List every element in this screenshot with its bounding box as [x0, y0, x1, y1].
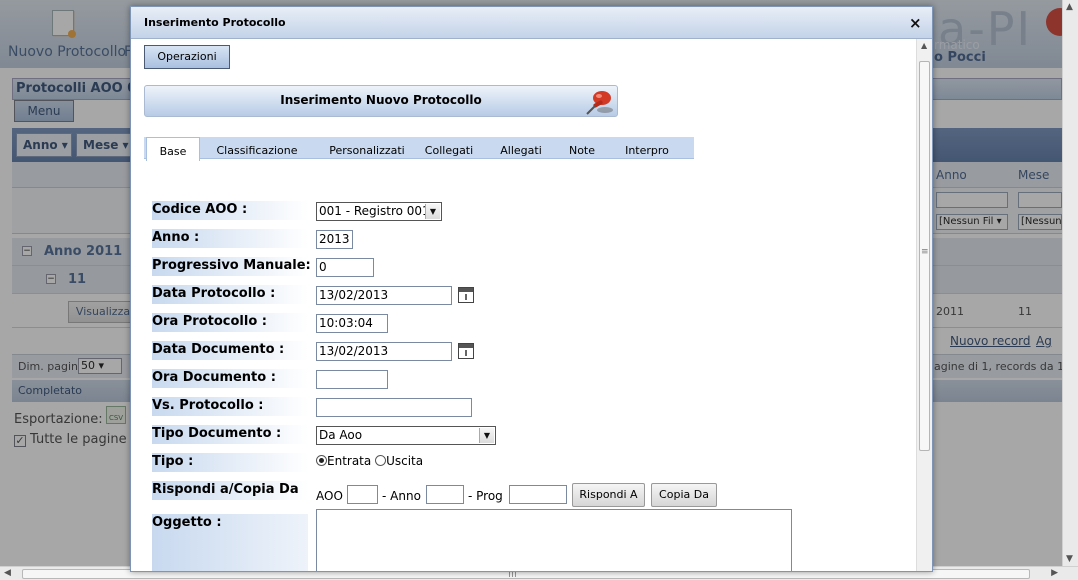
dialog-title: Inserimento Protocollo [144, 16, 286, 29]
tipo-documento-select[interactable]: Da Aoo ▼ [316, 426, 496, 445]
section-title: Inserimento Nuovo Protocollo [280, 93, 482, 107]
tab-collegati[interactable]: Collegati [422, 137, 476, 159]
scroll-right-icon[interactable]: ▶ [1051, 568, 1058, 578]
codice-aoo-select[interactable]: 001 - Registro 001 ▼ [316, 202, 442, 221]
data-documento-input[interactable]: 13/02/2013 [316, 342, 452, 361]
entrata-radio[interactable] [316, 455, 327, 466]
tab-base[interactable]: Base [146, 137, 200, 161]
dialog-body: Operazioni Inserimento Nuovo Protocollo … [131, 39, 916, 571]
rispondi-anno-input[interactable] [426, 485, 464, 504]
close-icon[interactable]: × [909, 14, 922, 32]
tab-note[interactable]: Note [564, 137, 600, 159]
vs-protocollo-input[interactable] [316, 398, 472, 417]
codice-aoo-label: Codice AOO : [152, 201, 308, 220]
ora-documento-input[interactable] [316, 370, 388, 389]
scroll-up-icon[interactable]: ▲ [921, 41, 927, 50]
copia-da-button[interactable]: Copia Da [651, 483, 717, 507]
tipo-label: Tipo : [152, 453, 308, 472]
tab-personalizzati[interactable]: Personalizzati [320, 137, 414, 159]
ora-protocollo-label: Ora Protocollo : [152, 313, 308, 332]
uscita-radio[interactable] [375, 455, 387, 466]
progressivo-input[interactable]: 0 [316, 258, 374, 277]
tab-bar: Base Classificazione Personalizzati Coll… [144, 137, 694, 161]
tab-allegati[interactable]: Allegati [496, 137, 546, 159]
pushpin-icon [586, 91, 613, 115]
tipo-documento-label: Tipo Documento : [152, 425, 308, 444]
dialog-scroll-thumb[interactable]: ≡ [919, 61, 930, 451]
data-protocollo-label: Data Protocollo : [152, 285, 308, 304]
rispondi-label: Rispondi a/Copia Da [152, 481, 308, 500]
tab-classificazione[interactable]: Classificazione [212, 137, 302, 159]
aoo-text: AOO [316, 489, 343, 503]
calendar-icon[interactable] [458, 287, 474, 303]
data-protocollo-input[interactable]: 13/02/2013 [316, 286, 452, 305]
scroll-up-icon[interactable]: ▲ [1066, 2, 1073, 12]
anno-text: - Anno [382, 489, 421, 503]
page-vertical-scrollbar[interactable]: ▲ ▼ [1062, 0, 1078, 566]
data-documento-label: Data Documento : [152, 341, 308, 360]
oggetto-textarea[interactable] [316, 509, 792, 571]
ora-documento-label: Ora Documento : [152, 369, 308, 388]
tipo-radio-group: Entrata Uscita [316, 454, 423, 468]
calendar-icon[interactable] [458, 343, 474, 359]
dialog-titlebar[interactable]: Inserimento Protocollo × [131, 7, 932, 39]
rispondi-button[interactable]: Rispondi A [572, 483, 645, 507]
section-header: Inserimento Nuovo Protocollo [144, 85, 618, 117]
dialog-vertical-scrollbar[interactable]: ▲ ≡ [916, 39, 932, 571]
scroll-down-icon[interactable]: ▼ [1066, 554, 1073, 564]
prog-text: - Prog [468, 489, 503, 503]
operations-button[interactable]: Operazioni [144, 45, 230, 69]
ora-protocollo-input[interactable]: 10:03:04 [316, 314, 388, 333]
rispondi-prog-input[interactable] [509, 485, 567, 504]
progressivo-label: Progressivo Manuale: [152, 257, 311, 276]
chevron-down-icon[interactable]: ▼ [425, 204, 440, 219]
vs-protocollo-label: Vs. Protocollo : [152, 397, 308, 416]
rispondi-aoo-input[interactable] [347, 485, 378, 504]
scroll-left-icon[interactable]: ◀ [4, 568, 11, 578]
tab-interpro[interactable]: Interpro [620, 137, 674, 159]
insert-protocol-dialog: Inserimento Protocollo × Operazioni Inse… [130, 6, 933, 572]
oggetto-label: Oggetto : [152, 514, 308, 571]
anno-label: Anno : [152, 229, 308, 248]
chevron-down-icon[interactable]: ▼ [479, 428, 494, 443]
anno-input[interactable]: 2013 [316, 230, 353, 249]
